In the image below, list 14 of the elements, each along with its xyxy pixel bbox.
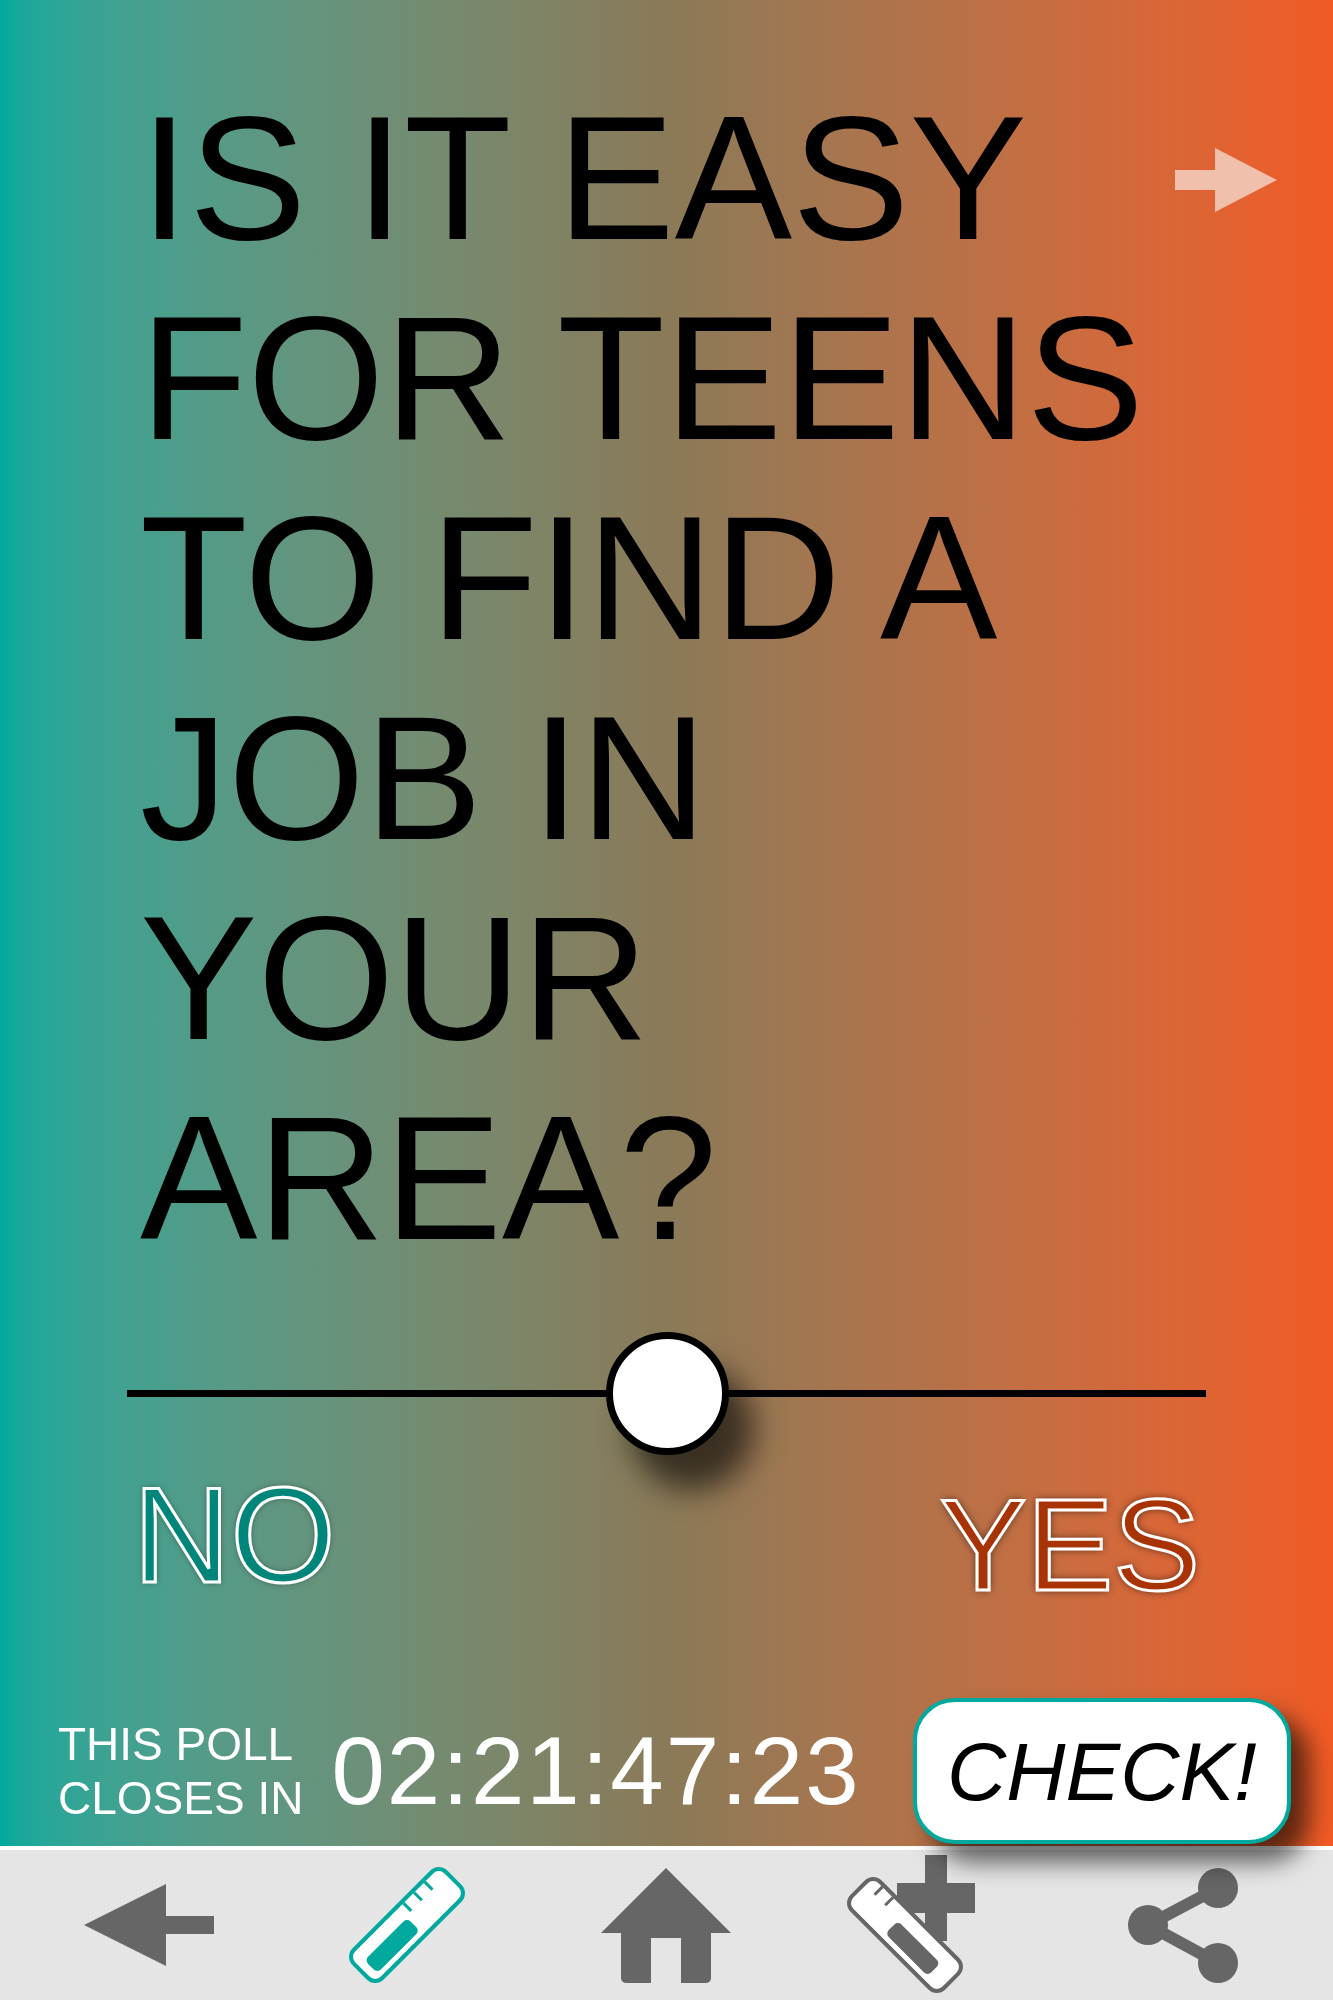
question-text: JOB IN — [140, 679, 708, 878]
back-arrow-icon — [84, 1884, 215, 1966]
yes-label: YES — [939, 1480, 1200, 1610]
question-text: IS IT EASY — [140, 79, 1027, 278]
question-text: FOR TEENS — [140, 279, 1144, 478]
question-text: YOUR — [140, 879, 649, 1078]
no-label: NO — [133, 1468, 336, 1603]
countdown-label: CLOSES IN — [58, 1771, 304, 1825]
question-text: AREA? — [140, 1079, 718, 1278]
question-text: TO FIND A — [140, 479, 998, 678]
home-icon — [601, 1867, 732, 1983]
check-button[interactable]: CHECK! — [913, 1698, 1291, 1844]
countdown-label: THIS POLL — [58, 1717, 295, 1771]
countdown-timer: 02:21:47:23 — [331, 1716, 861, 1826]
